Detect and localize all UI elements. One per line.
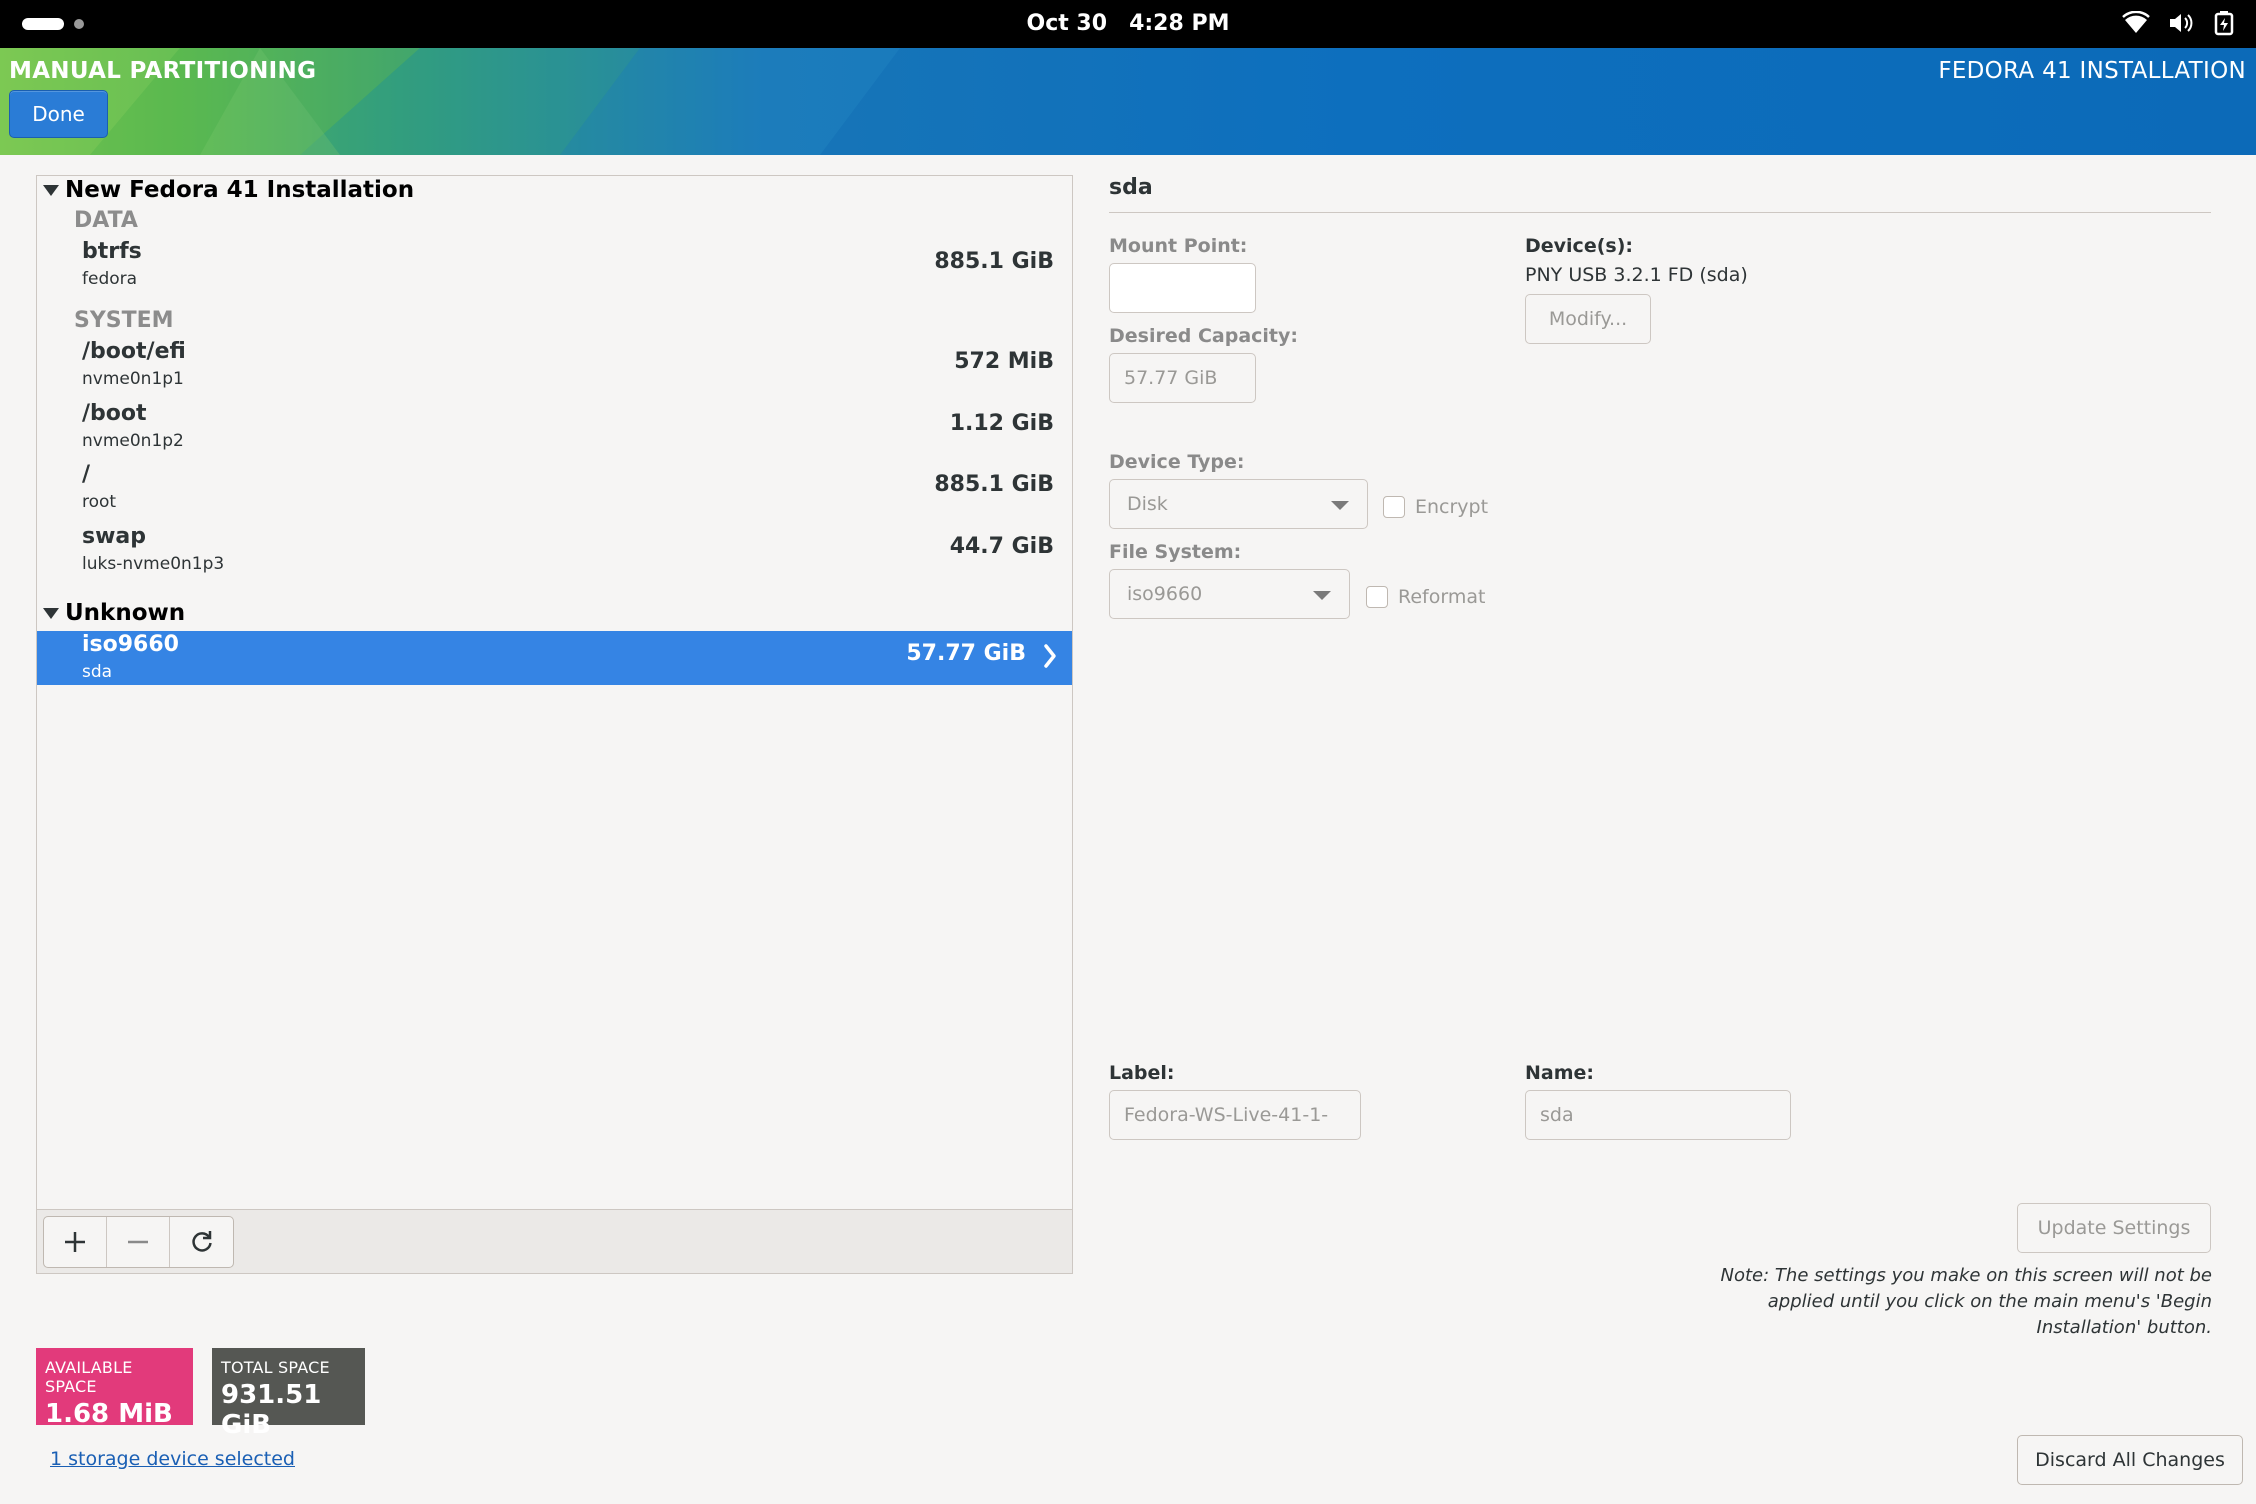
expander-icon[interactable] [43,184,59,196]
file-system-select[interactable]: iso9660 [1109,569,1350,619]
refresh-icon [191,1231,212,1252]
mount-point-label: Mount Point: [1109,235,1248,257]
desired-capacity-label: Desired Capacity: [1109,325,1298,347]
mount-point: btrfs [82,239,142,264]
chevron-right-icon [1042,643,1058,673]
partition-toolbar [37,1209,1072,1273]
partition-row-iso9660[interactable]: iso9660 sda 57.77 GiB [37,631,1072,685]
partition-size: 44.7 GiB [949,534,1054,559]
mount-point-input[interactable] [1109,263,1256,313]
mount-point: / [82,462,91,487]
dropdown-arrow-icon [1313,591,1331,600]
section-label-data: DATA [74,208,138,233]
file-system-value: iso9660 [1127,583,1203,605]
volume-icon [2168,11,2196,35]
encrypt-label: Encrypt [1415,496,1489,518]
partition-row-root[interactable]: / root 885.1 GiB [37,462,1072,516]
expander-icon[interactable] [43,607,59,619]
device-name: nvme0n1p1 [82,369,184,389]
partition-row-boot[interactable]: /boot nvme0n1p2 1.12 GiB [37,401,1072,455]
minus-icon [128,1240,148,1244]
battery-charging-icon [2214,10,2234,36]
checkbox-icon [1366,586,1388,608]
product-title: FEDORA 41 INSTALLATION [1938,58,2246,84]
add-partition-button[interactable] [44,1217,107,1267]
device-name: fedora [82,269,138,289]
total-space-value: 931.51 GiB [221,1380,322,1440]
total-space-caption: TOTAL SPACE [221,1358,330,1377]
selected-device-title: sda [1109,175,1153,200]
device-type-value: Disk [1127,493,1168,515]
file-system-label: File System: [1109,541,1242,563]
group-title: New Fedora 41 Installation [65,177,415,203]
partition-size: 572 MiB [954,349,1054,374]
partition-button-group [43,1216,234,1268]
mount-point: /boot [82,401,147,426]
name-field-label: Name: [1525,1062,1595,1084]
dropdown-arrow-icon [1331,501,1349,510]
device-name: sda [82,662,113,682]
group-header-new-installation[interactable]: New Fedora 41 Installation [43,177,414,203]
storage-devices-link[interactable]: 1 storage device selected [50,1448,295,1470]
available-space-value: 1.68 MiB [45,1399,173,1429]
checkbox-icon [1383,496,1405,518]
group-header-unknown[interactable]: Unknown [43,600,185,626]
spoke-header: MANUAL PARTITIONING FEDORA 41 INSTALLATI… [0,48,2256,155]
clock[interactable]: Oct 30 4:28 PM [0,11,2256,36]
encrypt-checkbox[interactable]: Encrypt [1383,496,1488,518]
device-name: nvme0n1p2 [82,431,184,451]
partition-size: 885.1 GiB [934,472,1054,497]
label-input[interactable]: Fedora-WS-Live-41-1- [1109,1090,1361,1140]
reformat-label: Reformat [1398,586,1486,608]
remove-partition-button[interactable] [107,1217,170,1267]
details-separator [1109,212,2211,213]
partition-size: 1.12 GiB [949,411,1054,436]
rescan-button[interactable] [170,1217,233,1267]
mount-point: /boot/efi [82,339,186,364]
partition-tree[interactable]: New Fedora 41 Installation DATA btrfs fe… [36,175,1073,1274]
partition-row-boot-efi[interactable]: /boot/efi nvme0n1p1 572 MiB [37,339,1072,393]
total-space-box: TOTAL SPACE 931.51 GiB [212,1348,365,1440]
partition-size: 57.77 GiB [906,641,1026,666]
clock-time: 4:28 PM [1129,11,1230,36]
label-field-label: Label: [1109,1062,1175,1084]
devices-value: PNY USB 3.2.1 FD (sda) [1525,264,1748,286]
mount-point: iso9660 [82,632,179,657]
system-top-bar: Oct 30 4:28 PM [0,0,2256,48]
section-label-system: SYSTEM [74,308,174,333]
mount-point: swap [82,524,147,549]
plus-icon [65,1232,85,1252]
available-space-caption: AVAILABLE SPACE [45,1358,133,1396]
done-button[interactable]: Done [9,90,108,138]
desired-capacity-input[interactable]: 57.77 GiB [1109,353,1256,403]
settings-note: Note: The settings you make on this scre… [1720,1265,2212,1338]
device-type-label: Device Type: [1109,451,1245,473]
spoke-title: MANUAL PARTITIONING [9,58,317,84]
device-type-select[interactable]: Disk [1109,479,1368,529]
clock-date: Oct 30 [1026,11,1108,36]
update-settings-button[interactable]: Update Settings [2017,1203,2211,1253]
reformat-checkbox[interactable]: Reformat [1366,586,1485,608]
system-tray[interactable] [2122,10,2234,36]
device-name: root [82,492,117,512]
partition-size: 885.1 GiB [934,249,1054,274]
device-name: luks-nvme0n1p3 [82,554,225,574]
group-title: Unknown [65,600,186,626]
available-space-box: AVAILABLE SPACE 1.68 MiB [36,1348,193,1429]
wifi-icon [2122,11,2150,35]
discard-all-changes-button[interactable]: Discard All Changes [2017,1435,2243,1485]
devices-label: Device(s): [1525,235,1633,257]
name-input[interactable]: sda [1525,1090,1791,1140]
partition-row-swap[interactable]: swap luks-nvme0n1p3 44.7 GiB [37,524,1072,578]
modify-button[interactable]: Modify... [1525,294,1651,344]
partition-row-btrfs[interactable]: btrfs fedora 885.1 GiB [37,239,1072,293]
